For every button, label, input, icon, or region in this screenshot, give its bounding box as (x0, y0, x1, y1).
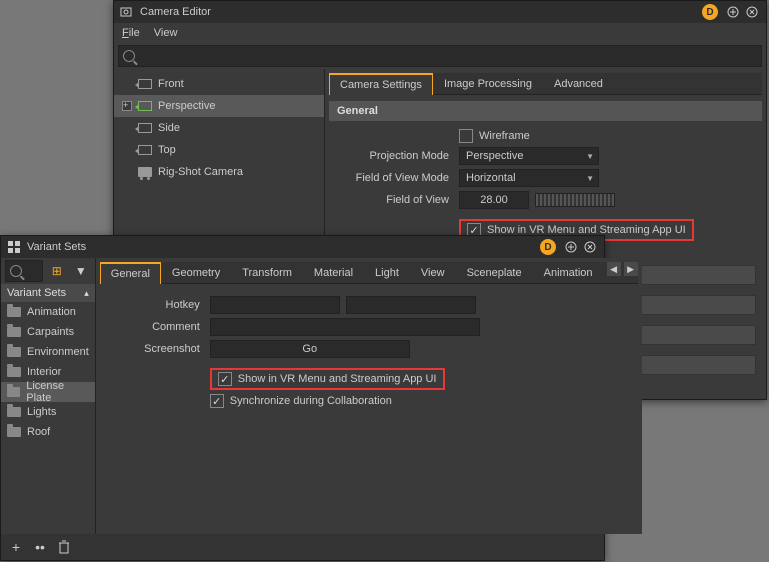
comment-label: Comment (100, 321, 210, 333)
tab-nav-right[interactable]: ▶ (624, 262, 638, 276)
fov-field[interactable]: 28.00 (459, 191, 529, 209)
variant-sets-window: Variant Sets D ⊞ ▼ Variant Sets Animatio… (0, 235, 605, 561)
variant-item-carpaints[interactable]: Carpaints (1, 322, 95, 342)
sync-label: Synchronize during Collaboration (230, 395, 392, 407)
camera-editor-title: Camera Editor (140, 6, 211, 18)
variant-tabs: General Geometry Transform Material Ligh… (100, 262, 638, 284)
screenshot-label: Screenshot (100, 343, 210, 355)
variant-item-interior[interactable]: Interior (1, 362, 95, 382)
show-vr-checkbox[interactable] (218, 372, 232, 386)
fov-mode-select[interactable]: Horizontal (459, 169, 599, 187)
fov-label: Field of View (329, 194, 459, 206)
search-icon (10, 265, 22, 277)
variant-item-lights[interactable]: Lights (1, 402, 95, 422)
tab-sceneplate[interactable]: Sceneplate (456, 262, 533, 283)
rig-icon (138, 167, 152, 177)
camera-icon (138, 145, 152, 155)
folder-icon (7, 347, 21, 357)
variant-item-roof[interactable]: Roof (1, 422, 95, 442)
hotkey-input[interactable] (210, 296, 340, 314)
tree-item-top[interactable]: Top (114, 139, 324, 161)
menu-file[interactable]: File (122, 27, 140, 39)
variant-sets-header[interactable]: Variant Sets (1, 284, 95, 302)
dock-badge[interactable]: D (702, 4, 718, 20)
tab-transform[interactable]: Transform (231, 262, 303, 283)
tab-geometry[interactable]: Geometry (161, 262, 231, 283)
add-button[interactable] (563, 239, 579, 255)
variant-list-panel: ⊞ ▼ Variant Sets Animation Carpaints Env… (1, 258, 95, 534)
tab-image-processing[interactable]: Image Processing (433, 73, 543, 94)
show-vr-highlight: Show in VR Menu and Streaming App UI (210, 368, 445, 390)
close-button[interactable] (744, 4, 760, 20)
hotkey-label: Hotkey (100, 299, 210, 311)
projection-mode-label: Projection Mode (329, 150, 459, 162)
tree-item-perspective[interactable]: Perspective (114, 95, 324, 117)
tree-item-rig[interactable]: Rig-Shot Camera (114, 161, 324, 183)
folder-icon (7, 327, 21, 337)
camera-editor-titlebar[interactable]: Camera Editor D (114, 1, 766, 23)
variant-sets-icon (7, 240, 21, 254)
folder-icon (7, 407, 21, 417)
add-button[interactable] (725, 4, 741, 20)
variant-item-animation[interactable]: Animation (1, 302, 95, 322)
camera-icon (138, 123, 152, 133)
camera-icon (138, 79, 152, 89)
trash-icon[interactable] (57, 540, 71, 554)
camera-icon (138, 101, 152, 111)
duplicate-icon[interactable]: •• (33, 540, 47, 554)
close-button[interactable] (582, 239, 598, 255)
tab-view[interactable]: View (410, 262, 456, 283)
section-general: General (329, 101, 762, 121)
tab-light[interactable]: Light (364, 262, 410, 283)
variant-search[interactable] (5, 260, 43, 282)
tab-advanced[interactable]: Advanced (543, 73, 614, 94)
tab-nav-left[interactable]: ◀ (607, 262, 621, 276)
camera-search[interactable] (118, 45, 762, 67)
fov-mode-label: Field of View Mode (329, 172, 459, 184)
folder-icon (7, 387, 20, 397)
variant-toolbar: + •• (1, 534, 604, 560)
wireframe-label: Wireframe (479, 130, 530, 142)
variant-item-environment[interactable]: Environment (1, 342, 95, 362)
tab-general[interactable]: General (100, 262, 161, 284)
sync-checkbox[interactable] (210, 394, 224, 408)
variant-item-license-plate[interactable]: License Plate (1, 382, 95, 402)
search-icon (123, 50, 135, 62)
wireframe-checkbox[interactable] (459, 129, 473, 143)
tab-animation[interactable]: Animation (533, 262, 604, 283)
camera-editor-icon (120, 5, 134, 19)
comment-input[interactable] (210, 318, 480, 336)
hierarchy-icon[interactable]: ⊞ (47, 261, 67, 281)
dock-badge[interactable]: D (540, 239, 556, 255)
fov-slider[interactable] (535, 193, 615, 207)
tree-item-side[interactable]: Side (114, 117, 324, 139)
projection-mode-select[interactable]: Perspective (459, 147, 599, 165)
tree-item-front[interactable]: Front (114, 73, 324, 95)
add-icon[interactable]: + (9, 540, 23, 554)
menu-view[interactable]: View (154, 27, 178, 39)
variant-sets-titlebar[interactable]: Variant Sets D (1, 236, 604, 258)
hotkey-input-2[interactable] (346, 296, 476, 314)
camera-tabs: Camera Settings Image Processing Advance… (329, 73, 762, 95)
variant-properties: General Geometry Transform Material Ligh… (95, 258, 642, 534)
filter-icon[interactable]: ▼ (71, 261, 91, 281)
variant-sets-title: Variant Sets (27, 241, 86, 253)
folder-icon (7, 367, 21, 377)
tab-camera-settings[interactable]: Camera Settings (329, 73, 433, 95)
camera-editor-menubar: File View (114, 23, 766, 43)
folder-icon (7, 307, 21, 317)
show-vr-label: Show in VR Menu and Streaming App UI (238, 373, 437, 385)
screenshot-go-button[interactable]: Go (210, 340, 410, 358)
folder-icon (7, 427, 21, 437)
tab-material[interactable]: Material (303, 262, 364, 283)
